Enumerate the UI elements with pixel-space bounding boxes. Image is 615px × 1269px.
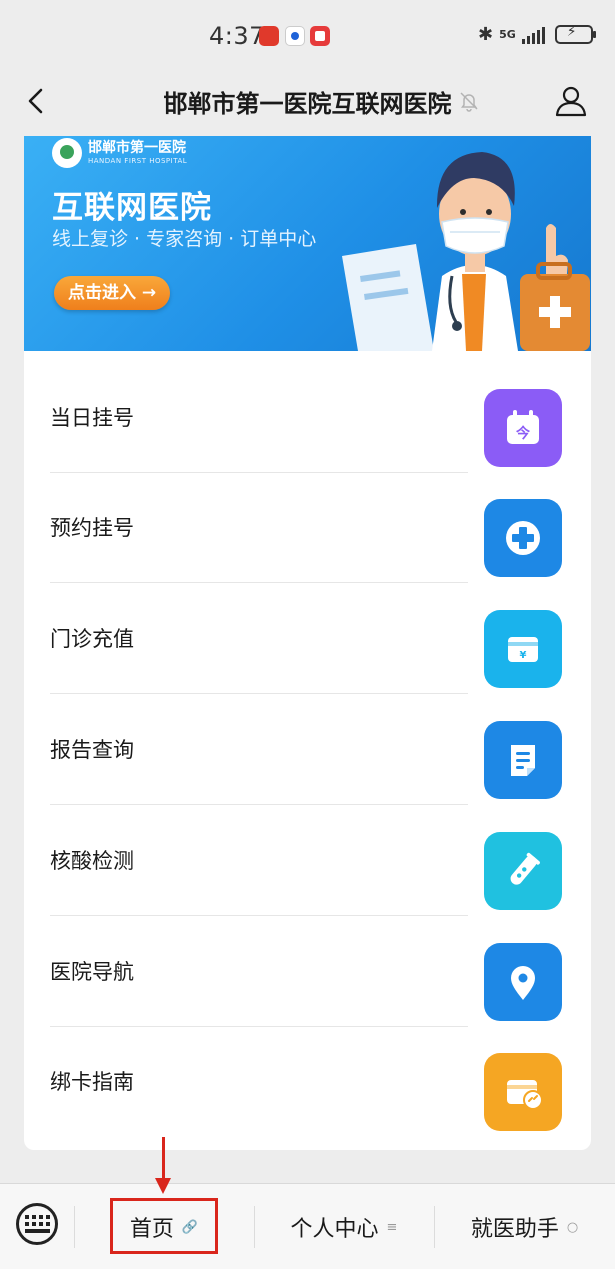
svg-text:¥: ¥	[520, 650, 527, 661]
page-title: 邯郸市第一医院互联网医院	[163, 90, 452, 118]
network-type-label: 5G	[499, 28, 516, 41]
service-menu: 当日挂号 今 预约挂号 门诊充值 ¥ 报告查询 核酸检测 医院导航 绑卡指南	[24, 351, 591, 1150]
menu-item-label: 当日挂号	[50, 406, 134, 430]
medical-cross-icon[interactable]	[484, 499, 562, 577]
hospital-logo: 邯郸市第一医院 HANDAN FIRST HOSPITAL	[52, 138, 187, 168]
menu-item-label: 门诊充值	[50, 627, 134, 651]
report-document-icon[interactable]	[484, 721, 562, 799]
menu-item-label: 医院导航	[50, 960, 134, 984]
user-profile-icon[interactable]	[554, 84, 588, 118]
banner-title: 互联网医院	[52, 190, 212, 226]
notification-app-icon	[285, 26, 305, 46]
annotation-arrow-head	[155, 1178, 171, 1194]
divider	[50, 915, 468, 916]
menu-item-label: 报告查询	[50, 738, 134, 762]
enter-button[interactable]: 点击进入 →	[54, 276, 171, 310]
logo-name: 邯郸市第一医院	[88, 140, 186, 157]
annotation-highlight-box	[110, 1198, 218, 1254]
annotation-arrow	[162, 1137, 165, 1183]
status-bar: 4:37 ✱ 5G	[0, 0, 615, 70]
card-link-icon[interactable]	[484, 1053, 562, 1131]
keyboard-icon[interactable]	[16, 1203, 58, 1245]
menu-item-label: 核酸检测	[50, 849, 134, 873]
menu-item-card-binding-guide[interactable]: 绑卡指南	[24, 1027, 591, 1137]
menu-item-same-day-registration[interactable]: 当日挂号 今	[24, 363, 591, 473]
divider	[50, 582, 468, 583]
wallet-yen-icon[interactable]: ¥	[484, 610, 562, 688]
divider	[50, 804, 468, 805]
tab-label: 个人中心	[290, 1217, 379, 1242]
tab-label: 就医助手	[470, 1217, 559, 1242]
tab-medical-assistant[interactable]: 就医助手 ○	[434, 1184, 615, 1269]
signal-icon	[521, 26, 545, 44]
doctor-illustration	[342, 152, 590, 351]
notification-app-icon	[259, 26, 279, 46]
bell-off-icon	[460, 92, 478, 112]
status-time: 4:37	[209, 22, 265, 50]
bluetooth-icon: ✱	[478, 24, 494, 45]
menu-item-outpatient-recharge[interactable]: 门诊充值 ¥	[24, 584, 591, 694]
menu-item-nucleic-acid-test[interactable]: 核酸检测	[24, 806, 591, 916]
bottom-menu-bar: 首页 🔗 个人中心 ≡ 就医助手 ○	[0, 1183, 615, 1269]
logo-english-name: HANDAN FIRST HOSPITAL	[88, 156, 188, 165]
menu-item-report-query[interactable]: 报告查询	[24, 695, 591, 805]
battery-charging-icon	[554, 24, 596, 44]
divider	[50, 693, 468, 694]
hospital-banner[interactable]: 邯郸市第一医院 HANDAN FIRST HOSPITAL 互联网医院 线上复诊…	[24, 136, 591, 351]
banner-subtitle: 线上复诊 · 专家咨询 · 订单中心	[52, 228, 317, 250]
menu-item-label: 预约挂号	[50, 516, 134, 540]
notification-app-icon	[310, 26, 330, 46]
status-indicators: ✱ 5G	[478, 24, 596, 45]
chat-bubble-icon: ○	[566, 1219, 579, 1235]
hospital-emblem-icon	[52, 138, 82, 168]
tab-personal-center[interactable]: 个人中心 ≡	[254, 1184, 434, 1269]
location-pin-icon[interactable]	[484, 943, 562, 1021]
menu-lines-icon: ≡	[386, 1219, 398, 1235]
menu-item-label: 绑卡指南	[50, 1070, 134, 1094]
svg-text:今: 今	[515, 425, 530, 442]
today-calendar-icon[interactable]: 今	[484, 389, 562, 467]
title-bar: 邯郸市第一医院互联网医院	[0, 70, 615, 132]
menu-item-hospital-navigation[interactable]: 医院导航	[24, 917, 591, 1027]
test-tube-icon[interactable]	[484, 832, 562, 910]
menu-item-appointment-registration[interactable]: 预约挂号	[24, 473, 591, 583]
